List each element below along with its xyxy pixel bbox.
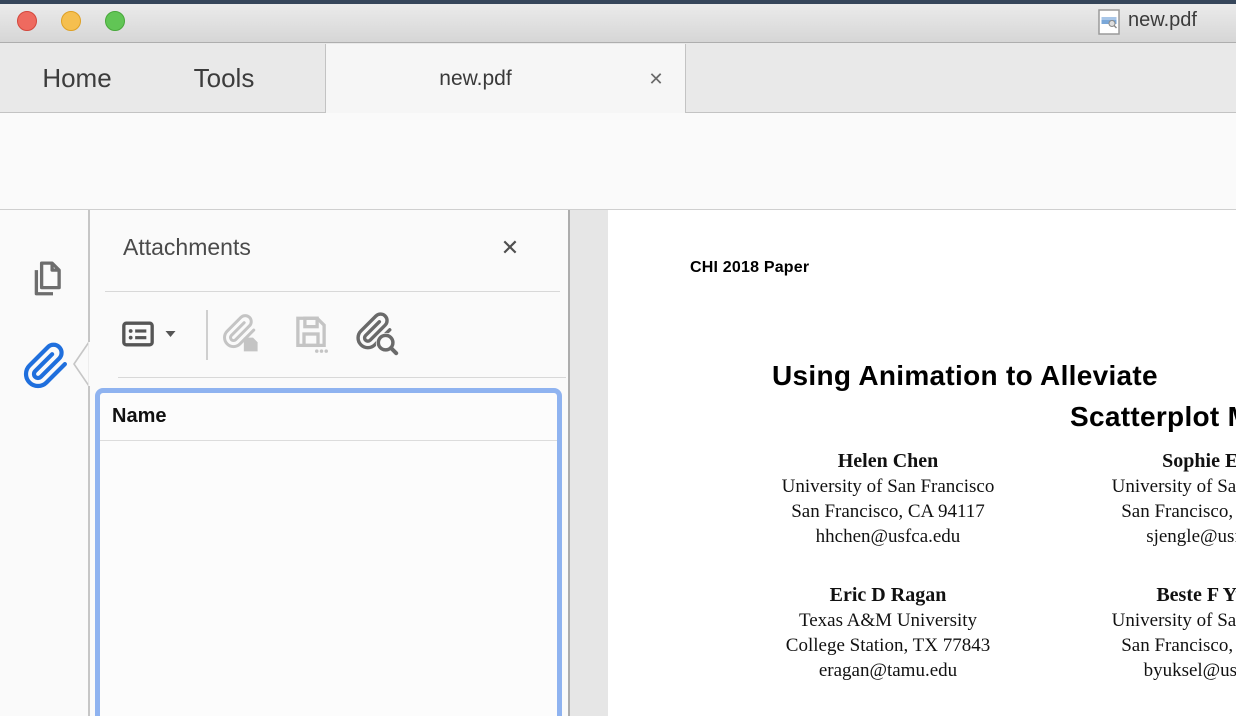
author-affiliation: University of San Francisco [1111, 476, 1236, 497]
active-panel-notch [73, 341, 91, 387]
author-address: San Francisco, CA 94117 [1121, 635, 1236, 656]
author-email: sjengle@usfca.edu [1146, 526, 1236, 547]
author-email: hhchen@usfca.edu [815, 526, 961, 547]
panel-divider [105, 291, 560, 292]
close-window-button[interactable] [17, 11, 37, 31]
attachments-panel-title: Attachments [123, 234, 251, 260]
tab-home-label: Home [42, 62, 112, 93]
main-toolbar: / 12 [0, 113, 1236, 303]
author-email: eragan@tamu.edu [818, 660, 958, 681]
author-affiliation: University of San Francisco [1111, 610, 1236, 631]
view-options-icon [122, 321, 154, 347]
author-name: Helen Chen [837, 450, 939, 472]
author-block: Sophie Engle University of San Francisco… [1063, 449, 1236, 549]
save-attachment-icon [296, 316, 328, 353]
author-name: Sophie Engle [1162, 450, 1236, 472]
panel-divider [118, 377, 566, 378]
attachments-panel-close-button[interactable]: ✕ [494, 232, 526, 264]
save-attachment-button[interactable] [290, 310, 332, 358]
tab-home[interactable]: Home [0, 43, 154, 113]
panel-toolbar-divider [206, 310, 208, 360]
pdf-page[interactable]: CHI 2018 Paper Using Animation to Allevi… [608, 210, 1236, 716]
page-thumbnails-icon [34, 261, 61, 296]
attachments-empty-list[interactable] [100, 441, 557, 716]
minimize-window-button[interactable] [61, 11, 81, 31]
search-attachments-icon [356, 312, 399, 356]
pdf-viewer-window: new.pdf Home Tools new.pdf ✕ 1 Attachmen… [0, 0, 1236, 716]
view-options-button[interactable] [118, 310, 176, 358]
document-tab-close-button[interactable]: ✕ [641, 64, 671, 94]
attachments-list[interactable]: Name [95, 388, 562, 716]
dropdown-caret-icon [165, 331, 176, 337]
attachments-panel: Attachments ✕ Name [90, 210, 568, 716]
conference-header: CHI 2018 Paper [690, 259, 810, 276]
author-affiliation: University of San Francisco [781, 476, 995, 497]
document-tab-label: new.pdf [439, 67, 512, 90]
document-tab[interactable]: new.pdf ✕ [325, 44, 686, 114]
document-view: CHI 2018 Paper Using Animation to Allevi… [570, 210, 1236, 716]
attachments-rail-button[interactable] [20, 340, 72, 392]
paper-title-line-2: Scatterplot Matrices [1070, 401, 1236, 432]
author-name: Beste F Yuksel [1156, 584, 1236, 606]
window-title: new.pdf [1128, 9, 1197, 31]
author-address: College Station, TX 77843 [785, 635, 991, 656]
open-attachment-button[interactable] [220, 310, 264, 358]
author-address: San Francisco, CA 94117 [1121, 501, 1236, 522]
open-attachment-icon [223, 314, 258, 352]
tab-tools[interactable]: Tools [154, 43, 294, 113]
tab-tools-label: Tools [193, 62, 255, 93]
paper-title-line-1: Using Animation to Alleviate [772, 360, 1158, 391]
zoom-window-button[interactable] [105, 11, 125, 31]
author-block: Eric D Ragan Texas A&M University Colleg… [733, 583, 1043, 683]
tab-bar: Home Tools new.pdf ✕ [0, 43, 1236, 114]
content-area: Attachments ✕ Name CHI 2018 Paper Using … [0, 210, 1236, 716]
author-name: Eric D Ragan [829, 584, 947, 606]
author-address: San Francisco, CA 94117 [791, 501, 985, 522]
attachments-icon [23, 342, 67, 389]
pdf-file-icon [1098, 9, 1120, 35]
navigation-rail [0, 210, 88, 716]
page-thumbnails-button[interactable] [20, 252, 72, 304]
author-affiliation: Texas A&M University [798, 610, 978, 631]
titlebar: new.pdf [0, 0, 1236, 43]
attachments-name-column-header[interactable]: Name [100, 393, 557, 441]
author-block: Helen Chen University of San Francisco S… [733, 449, 1043, 549]
author-block: Beste F Yuksel University of San Francis… [1063, 583, 1236, 683]
author-email: byuksel@usfca.edu [1143, 660, 1236, 681]
search-attachments-button[interactable] [354, 310, 400, 358]
